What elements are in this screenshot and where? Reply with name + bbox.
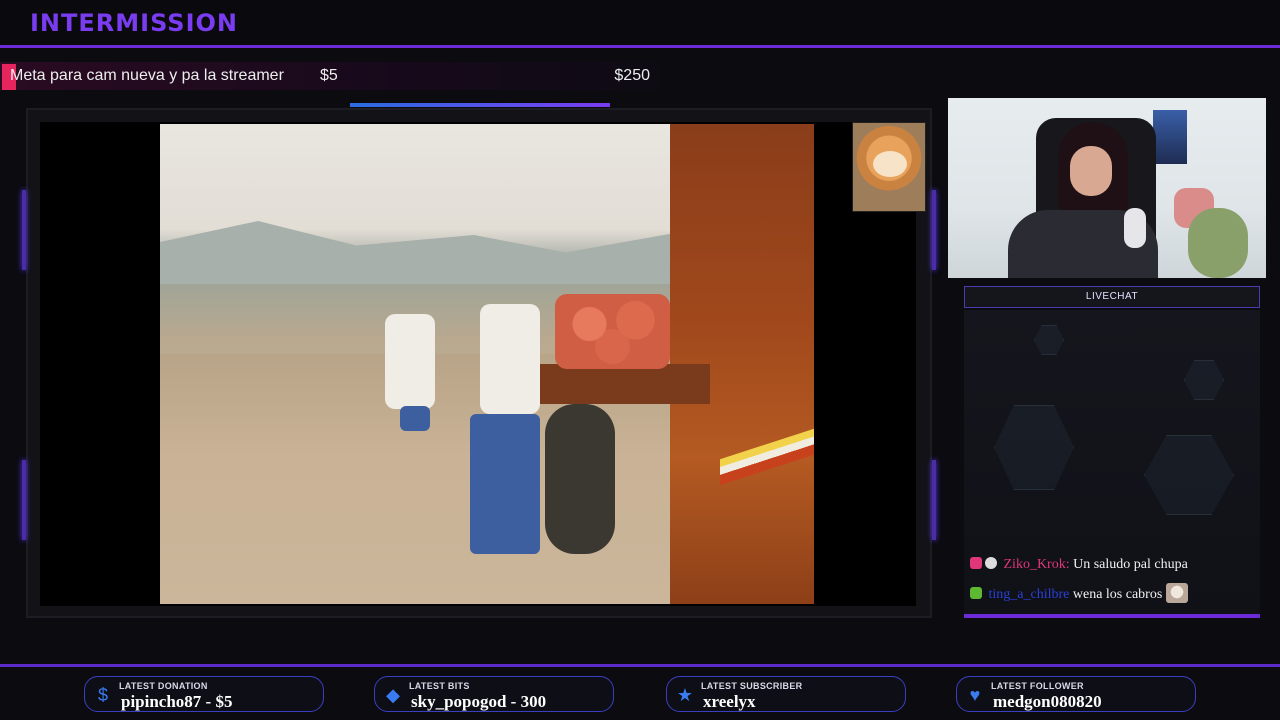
latest-donation-panel: $ LATEST DONATION pipincho87 - $5 [84, 676, 324, 712]
goal-bar: Meta para cam nueva y pa la streamer $5 … [0, 62, 658, 90]
webcam-microphone [1124, 208, 1146, 248]
chat-hex-decoration [1144, 435, 1234, 515]
stat-value: pipincho87 - $5 [121, 692, 233, 711]
video-person-1 [385, 314, 435, 409]
stat-label: LATEST BITS [409, 681, 470, 691]
subscriber-badge-icon [970, 587, 982, 599]
video-person-2 [480, 304, 540, 414]
webcam-face [1070, 146, 1112, 196]
chat-title: LIVECHAT [964, 286, 1260, 308]
skull-badge-icon [985, 557, 997, 569]
video-person-1-legs [400, 406, 430, 431]
stat-label: LATEST SUBSCRIBER [701, 681, 803, 691]
webcam-poster [1153, 110, 1187, 164]
chat-text: wena los cabros [1072, 587, 1163, 602]
video-sacks [555, 294, 670, 369]
cat-overlay-image [852, 122, 926, 212]
cat-face [873, 151, 907, 177]
webcam-plush-green [1188, 208, 1248, 278]
chat-hex-decoration [1184, 360, 1224, 400]
latest-subscriber-panel: ★ LATEST SUBSCRIBER xreelyx [666, 676, 906, 712]
stat-value: xreelyx [703, 692, 756, 711]
page-title: INTERMISSION [30, 9, 238, 37]
video-truck-wheel [545, 404, 615, 554]
goal-label: Meta para cam nueva y pa la streamer [10, 67, 284, 84]
chat-text: Un saludo pal chupa [1073, 557, 1188, 572]
stat-value: medgon080820 [993, 692, 1102, 711]
frame-glow-right-top [932, 190, 936, 270]
header-bar: INTERMISSION [0, 0, 1280, 48]
webcam-feed [948, 98, 1266, 278]
star-icon: ★ [676, 685, 694, 705]
video-person-2-legs [470, 414, 540, 554]
chat-message: Ziko_Krok: Un saludo pal chupa [970, 557, 1188, 573]
stat-label: LATEST FOLLOWER [991, 681, 1084, 691]
video-player[interactable] [160, 124, 814, 604]
chat-hex-decoration [994, 405, 1074, 490]
heart-icon: ♥ [969, 685, 981, 705]
chat-message: ting_a_chilbre wena los cabros [970, 583, 1189, 603]
chat-bottom-accent [964, 614, 1260, 618]
frame-glow-left-bottom [22, 460, 26, 540]
goal-target-amount: $250 [614, 67, 650, 84]
stat-label: LATEST DONATION [119, 681, 208, 691]
latest-follower-panel: ♥ LATEST FOLLOWER medgon080820 [956, 676, 1196, 712]
chat-username[interactable]: ting_a_chilbre [989, 587, 1070, 602]
chat-hex-decoration [1034, 325, 1064, 355]
gem-icon: ◆ [386, 685, 400, 705]
frame-glow-right-bottom [932, 460, 936, 540]
frame-glow-left-top [22, 190, 26, 270]
chat-username[interactable]: Ziko_Krok: [1004, 557, 1070, 572]
latest-bits-panel: ◆ LATEST BITS sky_popogod - 300 [374, 676, 614, 712]
heart-badge-icon [970, 557, 982, 569]
emote-icon [1166, 583, 1189, 603]
video-truck-bed [540, 364, 710, 404]
frame-accent [350, 103, 610, 107]
dollar-icon: $ [97, 685, 108, 705]
goal-current-amount: $5 [320, 67, 338, 84]
stat-value: sky_popogod - 300 [411, 692, 547, 711]
